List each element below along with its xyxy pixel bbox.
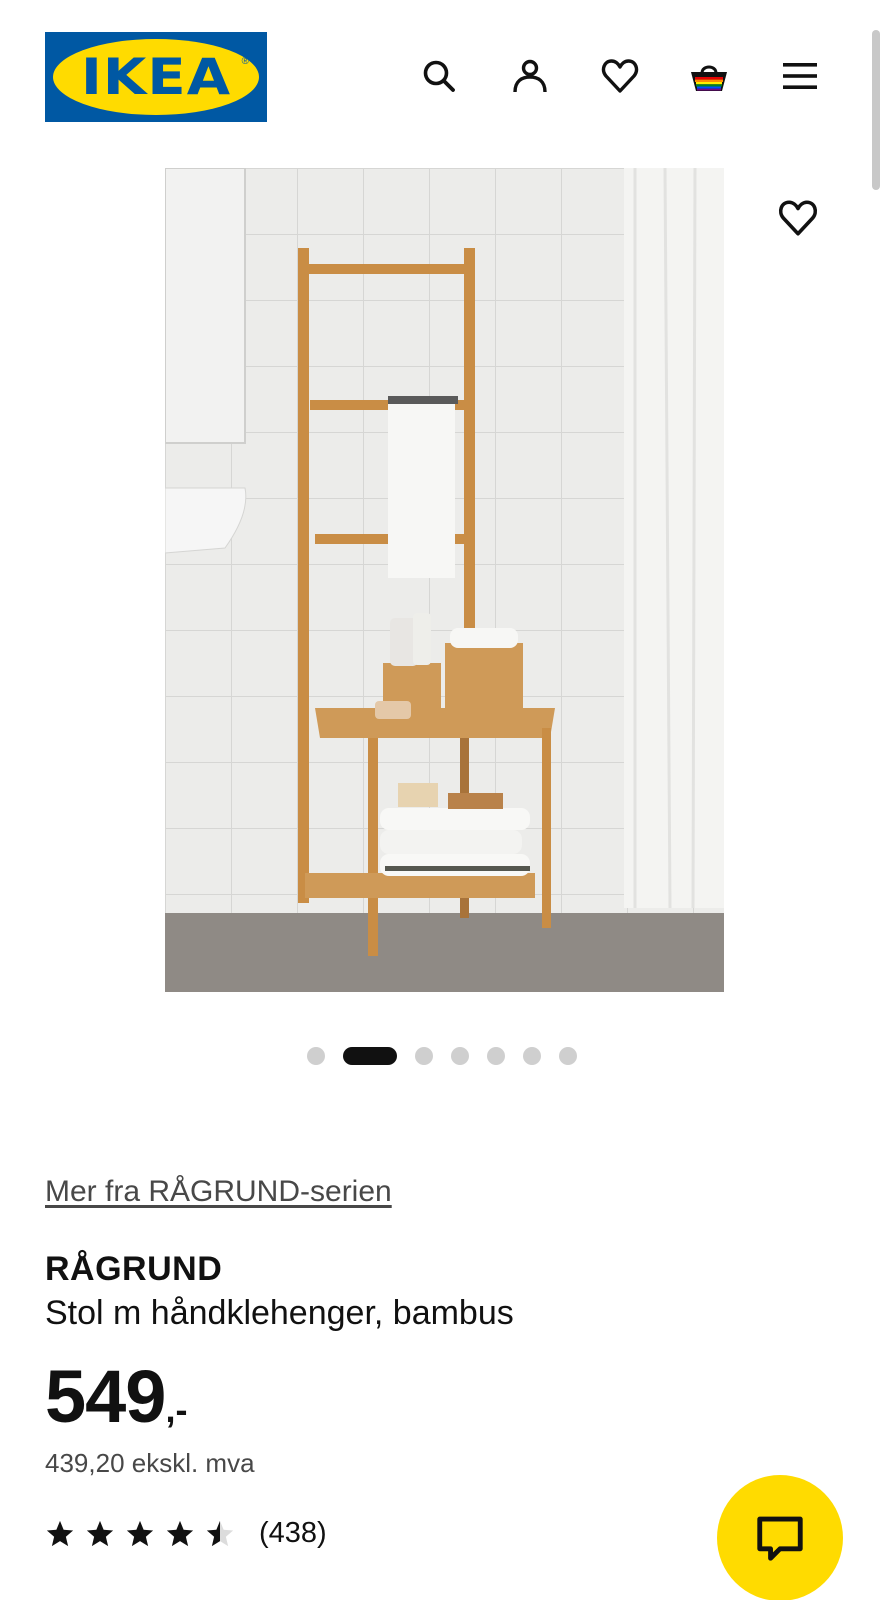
- product-description: Stol m håndklehenger, bambus: [45, 1294, 514, 1332]
- heart-icon: [601, 59, 639, 93]
- heart-icon: [778, 200, 818, 236]
- ikea-logo[interactable]: IKEA ®: [45, 32, 267, 122]
- logo-registered-mark: ®: [241, 56, 249, 67]
- account-icon: [513, 59, 547, 93]
- product-price: 549 ,-: [45, 1354, 187, 1439]
- carousel-dot[interactable]: [559, 1047, 577, 1065]
- account-button[interactable]: [506, 52, 554, 100]
- logo-oval: IKEA: [53, 39, 259, 115]
- carousel-dot[interactable]: [307, 1047, 325, 1065]
- price-integer: 549: [45, 1355, 166, 1438]
- star-icon: [126, 1520, 154, 1546]
- product-photo-illustration: [165, 168, 724, 992]
- search-icon: [423, 60, 455, 92]
- favourites-button[interactable]: [596, 52, 644, 100]
- series-link[interactable]: Mer fra RÅGRUND-serien: [45, 1175, 392, 1209]
- carousel-dot[interactable]: [451, 1047, 469, 1065]
- carousel-dot-active[interactable]: [343, 1047, 397, 1065]
- add-to-favourites-button[interactable]: [752, 172, 844, 264]
- product-name: RÅGRUND: [45, 1250, 223, 1288]
- half-star-icon: [206, 1520, 234, 1546]
- menu-icon: [783, 63, 817, 89]
- scrollbar[interactable]: [872, 30, 880, 190]
- carousel-dot[interactable]: [415, 1047, 433, 1065]
- chat-button[interactable]: [717, 1475, 843, 1600]
- basket-icon: [691, 65, 727, 91]
- product-image[interactable]: [165, 168, 724, 992]
- header: IKEA ®: [0, 0, 884, 150]
- rating[interactable]: (438): [45, 1517, 327, 1550]
- menu-button[interactable]: [776, 52, 824, 100]
- carousel-dot[interactable]: [487, 1047, 505, 1065]
- carousel-dot[interactable]: [523, 1047, 541, 1065]
- basket-button[interactable]: [685, 52, 733, 100]
- star-icon: [46, 1520, 74, 1546]
- star-icon: [86, 1520, 114, 1546]
- star-icon: [166, 1520, 194, 1546]
- search-button[interactable]: [415, 52, 463, 100]
- chat-icon: [757, 1516, 803, 1561]
- price-suffix: ,-: [165, 1389, 188, 1430]
- rating-count: (438): [259, 1517, 327, 1549]
- carousel-dots: [0, 1046, 884, 1066]
- logo-text: IKEA: [80, 48, 232, 106]
- price-excluding-vat: 439,20 ekskl. mva: [45, 1448, 255, 1478]
